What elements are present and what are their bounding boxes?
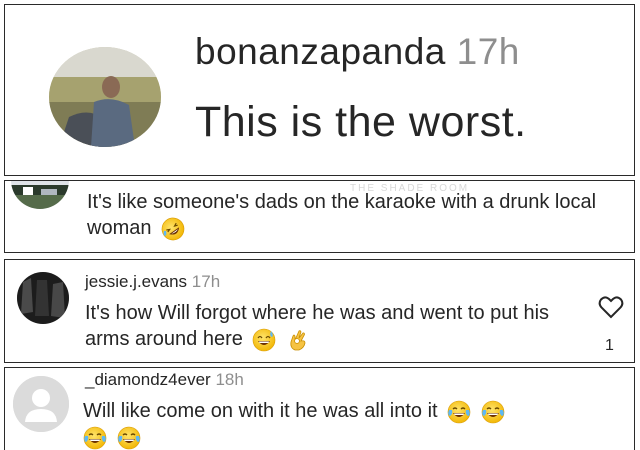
comment-text: It's like someone's dads on the karaoke …: [87, 189, 627, 241]
default-avatar-icon[interactable]: [13, 376, 69, 432]
avatar[interactable]: [11, 181, 69, 209]
comment-card-diamondz: _diamondz4ever 18h Will like come on wit…: [4, 367, 635, 450]
comment-card-bonanzapanda: bonanzapanda 17h This is the worst.: [4, 4, 635, 176]
tears-of-joy-emoji-icon: [83, 426, 107, 450]
comment-time: 18h: [215, 370, 244, 389]
comment-card-karaoke: THE SHADE ROOM It's like someone's dads …: [4, 180, 635, 253]
comment-text: It's how Will forgot where he was and we…: [85, 302, 550, 352]
grinning-sweat-emoji-icon: [253, 328, 276, 352]
comment-time: 17h: [191, 272, 221, 291]
heart-outline-icon[interactable]: [598, 295, 624, 319]
tears-of-joy-emoji-icon: [481, 400, 505, 424]
tears-of-joy-emoji-icon: [447, 400, 471, 424]
tears-of-joy-emoji-icon: [117, 426, 140, 450]
comment-username[interactable]: jessie.j.evans 17h: [85, 272, 220, 292]
avatar[interactable]: [17, 272, 69, 324]
comment-text: This is the worst.: [195, 98, 527, 146]
comment-card-jessie: jessie.j.evans 17h It's how Will forgot …: [4, 259, 635, 363]
comment-time: 17h: [456, 31, 520, 72]
like-count[interactable]: 1: [605, 337, 614, 355]
comment-username[interactable]: bonanzapanda 17h: [195, 31, 520, 73]
avatar[interactable]: [49, 47, 161, 147]
rolling-on-floor-laughing-emoji-icon: [161, 217, 185, 241]
comment-text: Will like come on with it he was all int…: [83, 398, 623, 450]
comment-username[interactable]: _diamondz4ever 18h: [85, 370, 244, 390]
ok-hand-emoji-icon: [290, 329, 306, 351]
